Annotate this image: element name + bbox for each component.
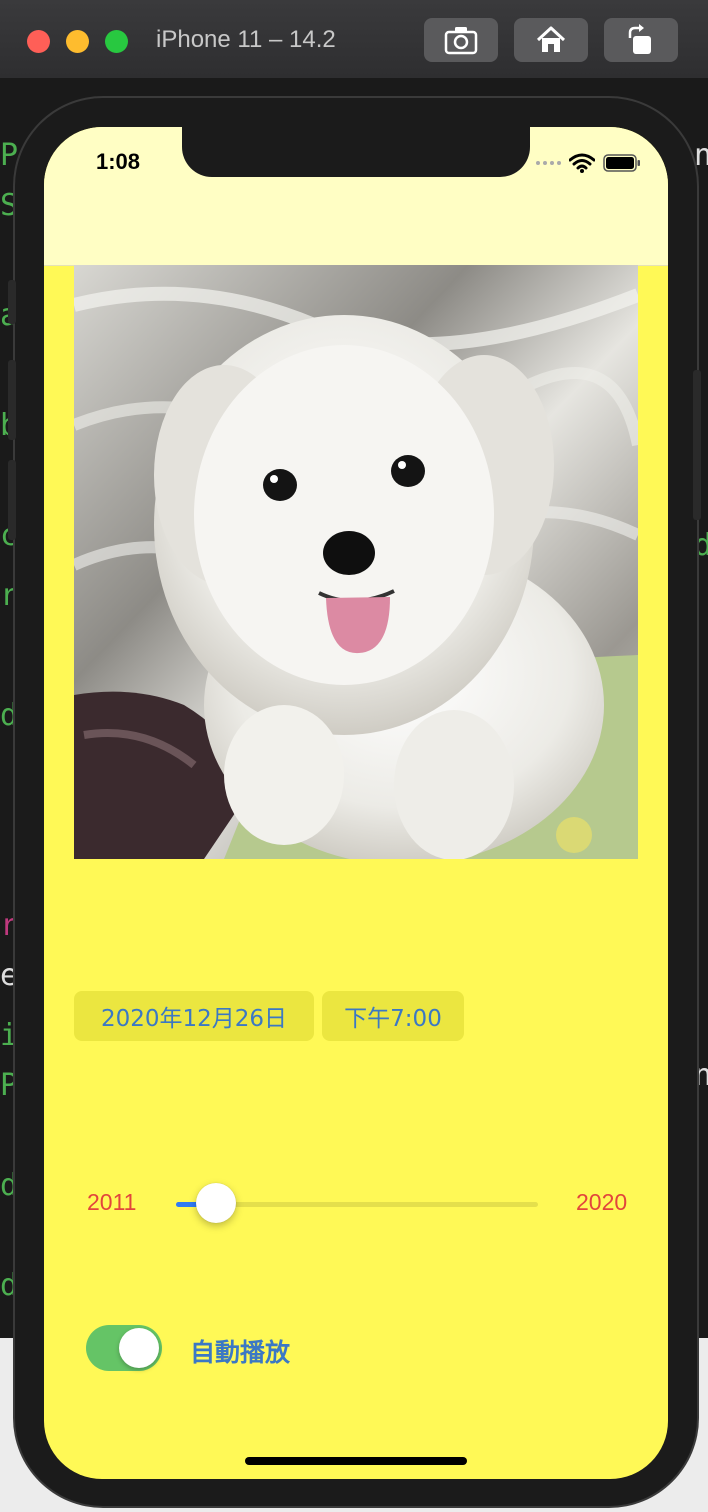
mute-switch	[8, 280, 16, 324]
slider-min-label: 2011	[87, 1189, 137, 1215]
status-icons	[536, 153, 641, 173]
volume-up-button	[8, 360, 16, 440]
signal-dots-icon	[536, 161, 561, 165]
simulator-titlebar: iPhone 11 – 14.2	[0, 0, 708, 79]
status-time: 1:08	[96, 149, 141, 174]
date-picker-button[interactable]: 2020年12月26日	[74, 991, 314, 1041]
battery-icon	[603, 154, 640, 172]
side-button	[693, 370, 701, 520]
volume-down-button	[8, 460, 16, 540]
rotate-button[interactable]	[604, 18, 678, 62]
home-indicator[interactable]	[245, 1457, 467, 1465]
device-notch	[182, 127, 530, 177]
app-screen: 1:08 2020年12月26日 下午7:00 2011 2020 自動播放	[44, 127, 668, 1479]
dog-photo-icon	[74, 265, 638, 859]
autoplay-toggle[interactable]	[86, 1325, 162, 1371]
screenshot-button[interactable]	[424, 18, 498, 62]
autoplay-label: 自動播放	[190, 1338, 291, 1367]
slider-max-label: 2020	[576, 1189, 628, 1215]
rotate-icon	[628, 24, 651, 54]
window-title: iPhone 11 – 14.2	[156, 26, 336, 53]
time-picker-button[interactable]: 下午7:00	[322, 991, 464, 1041]
year-slider-thumb[interactable]	[196, 1183, 237, 1223]
screenshot-icon	[444, 27, 478, 55]
zoom-window-button[interactable]	[105, 30, 128, 53]
home-button[interactable]	[514, 18, 588, 62]
dog-photo	[74, 265, 638, 859]
code-fragment: n	[694, 138, 708, 173]
toggle-knob	[119, 1328, 159, 1368]
code-fragment: P	[0, 138, 19, 173]
wifi-icon	[569, 153, 595, 173]
minimize-window-button[interactable]	[66, 30, 89, 53]
home-icon	[536, 26, 566, 52]
close-window-button[interactable]	[27, 30, 50, 53]
